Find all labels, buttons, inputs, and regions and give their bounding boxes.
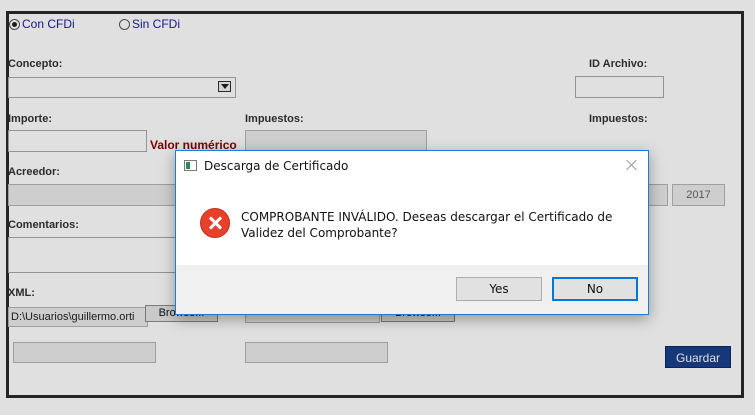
close-icon[interactable] [624,157,640,173]
error-icon [200,208,230,238]
dialog-footer: Yes No [176,265,648,314]
message-dialog: Descarga de Certificado COMPROBANTE INVÁ… [175,150,649,315]
dialog-message: COMPROBANTE INVÁLIDO. Deseas descargar e… [241,210,613,240]
app-window-icon [184,160,197,171]
app-window: Con CFDi Sin CFDi Concepto: ID Archivo: … [0,0,755,415]
dialog-title: Descarga de Certificado [204,159,349,173]
dialog-title-bar[interactable]: Descarga de Certificado [176,151,648,181]
yes-button[interactable]: Yes [456,277,542,301]
no-button[interactable]: No [552,277,638,301]
